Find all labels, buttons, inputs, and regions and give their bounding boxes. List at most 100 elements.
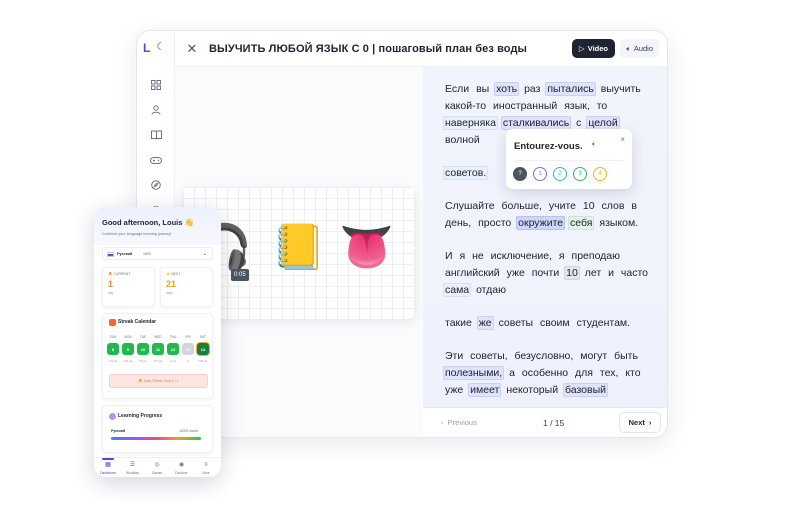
transcript-word[interactable]: какой-то	[443, 99, 488, 113]
calendar-day-cell[interactable]: 9	[122, 343, 134, 355]
transcript-word[interactable]: советы,	[468, 349, 509, 363]
transcript-word[interactable]: уже	[443, 383, 465, 397]
transcript-word[interactable]: 10	[564, 266, 580, 280]
transcript-word[interactable]: с	[574, 116, 583, 130]
moon-icon[interactable]: ☾	[156, 40, 166, 53]
transcript-word[interactable]: Эти	[443, 349, 465, 363]
transcript-word[interactable]: я	[557, 249, 567, 263]
level-1-button[interactable]: 1	[533, 167, 547, 181]
progress-bar	[111, 437, 201, 440]
transcript-word[interactable]: полезными,	[443, 366, 505, 380]
calendar-day-cell[interactable]: 11	[152, 343, 164, 355]
audio-button[interactable]: 🔈︎ Audio	[620, 39, 659, 58]
video-button[interactable]: ▷ Video	[571, 39, 615, 58]
transcript-word[interactable]: английский	[443, 266, 502, 280]
transcript-word[interactable]: хоть	[494, 82, 520, 96]
transcript-word[interactable]: и	[606, 266, 616, 280]
calendar-day-cell[interactable]: 12	[167, 343, 179, 355]
transcript-word[interactable]: волной	[443, 133, 482, 147]
transcript-word[interactable]: просто	[476, 216, 513, 230]
transcript-word[interactable]: язык,	[562, 99, 592, 113]
transcript-word[interactable]: слов	[600, 199, 627, 213]
transcript-word[interactable]: не	[470, 249, 486, 263]
transcript-word[interactable]: наверняка	[443, 116, 498, 130]
transcript-word[interactable]: особенно	[520, 366, 570, 380]
transcript-word[interactable]: уже	[505, 266, 527, 280]
transcript-word[interactable]: учите	[547, 199, 578, 213]
nav-more[interactable]: ≡ More	[195, 461, 217, 475]
calendar-day-cell[interactable]: 13	[182, 343, 194, 355]
level-unknown-button[interactable]: ?	[513, 167, 527, 181]
transcript-word[interactable]: советы	[497, 316, 536, 330]
transcript-word[interactable]: И	[443, 249, 455, 263]
transcript-word[interactable]: такие	[443, 316, 474, 330]
transcript-word[interactable]: почти	[530, 266, 561, 280]
transcript-word[interactable]: некоторый	[504, 383, 560, 397]
transcript-word[interactable]: 10	[581, 199, 597, 213]
transcript-word[interactable]: я	[457, 249, 467, 263]
transcript-word[interactable]: Если	[443, 82, 471, 96]
transcript-word[interactable]: кто	[623, 366, 642, 380]
transcript-word[interactable]: часто	[619, 266, 650, 280]
transcript-word[interactable]: лет	[583, 266, 603, 280]
transcript-word[interactable]: студентам.	[575, 316, 633, 330]
level-4-button[interactable]: 4	[593, 167, 607, 181]
nav-games[interactable]: ◎ Games	[146, 461, 168, 475]
nav-wordlists[interactable]: ☰ Wordlists	[122, 461, 144, 475]
transcript-word[interactable]: сталкивались	[500, 116, 572, 130]
compass-icon[interactable]	[148, 177, 164, 193]
pronounce-icon[interactable]: 🔈︎	[592, 141, 596, 149]
transcript-word[interactable]: своим	[538, 316, 572, 330]
transcript-word[interactable]: целой	[586, 116, 620, 130]
transcript-word[interactable]: выучить	[599, 82, 643, 96]
next-button[interactable]: Next ›	[619, 412, 661, 433]
calendar-day-cell[interactable]: 8	[107, 343, 119, 355]
language-xp: 1800	[143, 252, 151, 256]
user-icon[interactable]	[148, 102, 164, 118]
transcript-word[interactable]: быть	[612, 349, 640, 363]
current-label: 🔥 CURRENT	[108, 272, 131, 276]
close-popup-icon[interactable]: ×	[620, 135, 625, 144]
transcript-word[interactable]: то	[595, 99, 610, 113]
language-select[interactable]: Русский 1800 ⌄	[102, 247, 213, 260]
nav-dashboard[interactable]: ▦ Dashboard	[97, 458, 119, 475]
transcript-word[interactable]: могут	[578, 349, 609, 363]
page-indicator: 1 / 15	[543, 417, 565, 428]
transcript-word[interactable]: себя	[568, 216, 595, 230]
nav-discover[interactable]: ◉ Discover	[171, 461, 193, 475]
transcript-word[interactable]: безусловно,	[513, 349, 576, 363]
transcript-word[interactable]: в	[629, 199, 639, 213]
previous-button[interactable]: ‹ Previous	[441, 418, 477, 427]
close-icon[interactable]: ✕	[175, 41, 209, 57]
level-2-button[interactable]: 2	[553, 167, 567, 181]
gamepad-icon[interactable]	[148, 152, 164, 168]
transcript-word[interactable]: для	[573, 366, 595, 380]
transcript-word[interactable]: Слушайте	[443, 199, 497, 213]
transcript-word[interactable]: исключение,	[489, 249, 554, 263]
calendar-day-cell[interactable]: 14	[197, 343, 209, 355]
transcript-word[interactable]: вы	[474, 82, 491, 96]
transcript-word[interactable]: языком.	[597, 216, 640, 230]
transcript-word[interactable]: раз	[522, 82, 542, 96]
transcript-word[interactable]: советов.	[443, 166, 489, 180]
transcript-word[interactable]: сама	[443, 283, 472, 297]
transcript-word[interactable]: окружите	[516, 216, 566, 230]
transcript-word[interactable]: день,	[443, 216, 473, 230]
current-value: 1	[108, 279, 114, 289]
transcript-word[interactable]: тех,	[598, 366, 620, 380]
progress-icon	[109, 413, 116, 420]
transcript-word[interactable]: пытались	[545, 82, 596, 96]
transcript-word[interactable]: преподаю	[570, 249, 623, 263]
transcript-word[interactable]: базовый	[562, 383, 609, 397]
transcript-word[interactable]: иностранный	[491, 99, 559, 113]
transcript-word[interactable]: имеет	[468, 383, 502, 397]
transcript-word[interactable]: же	[476, 316, 494, 330]
book-icon[interactable]	[148, 127, 164, 143]
grid-icon[interactable]	[148, 77, 164, 93]
calendar-day-cell[interactable]: 10	[137, 343, 149, 355]
app-logo[interactable]: L	[143, 41, 150, 55]
level-3-button[interactable]: 3	[573, 167, 587, 181]
transcript-word[interactable]: а	[507, 366, 517, 380]
transcript-word[interactable]: отдаю	[474, 283, 508, 297]
transcript-word[interactable]: больше,	[500, 199, 544, 213]
